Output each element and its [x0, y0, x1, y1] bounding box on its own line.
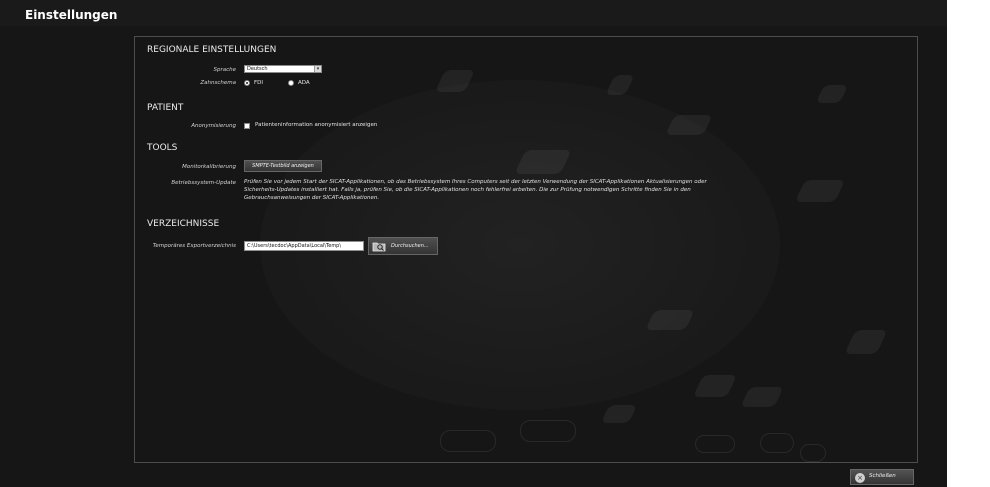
temp-export-label: Temporäres Exportverzeichnis [152, 243, 236, 249]
tooth-scheme-fdi-radio[interactable] [244, 80, 250, 86]
os-update-text-line-2: Sicherheits-Updates installiert hat. Fal… [244, 187, 691, 193]
temp-export-path-field[interactable]: C:\Users\tecdoc\AppData\Local\Temp\ [244, 241, 364, 251]
patient-section-title: PATIENT [147, 103, 184, 113]
close-button[interactable]: × Schließen [850, 469, 914, 485]
tools-section-title: TOOLS [147, 143, 178, 153]
close-button-label: Schließen [869, 473, 896, 479]
os-update-text-line-3: Gebrauchsanweisungen der SICAT-Applikati… [244, 195, 380, 201]
title-bar: Einstellungen [0, 0, 947, 26]
browse-button[interactable]: Durchsuchen... [368, 237, 438, 255]
smpte-testimage-button[interactable]: SMPTE-Testbild anzeigen [244, 160, 322, 172]
chevron-down-icon: ▾ [314, 66, 321, 72]
tooth-scheme-label: Zahnschema [200, 80, 236, 86]
tooth-scheme-fdi-label: FDI [254, 80, 264, 86]
directories-section-title: VERZEICHNISSE [147, 219, 220, 229]
window-title: Einstellungen [25, 8, 118, 22]
os-update-label: Betriebssystem-Update [171, 180, 236, 186]
browse-button-label: Durchsuchen... [391, 243, 429, 249]
monitor-calibration-label: Monitorkalibrierung [182, 164, 236, 170]
anonymize-label: Anonymisierung [191, 123, 236, 129]
language-select-value: Deutsch [247, 66, 268, 72]
anonymize-checkbox[interactable] [244, 123, 250, 129]
anonymize-checkbox-label: Patienteninformation anonymisiert anzeig… [255, 122, 378, 128]
settings-sidebar [30, 35, 130, 173]
close-icon: × [855, 473, 865, 483]
tooth-scheme-ada-label: ADA [298, 80, 310, 86]
language-label: Sprache [213, 67, 236, 73]
folder-search-icon [372, 240, 386, 252]
tooth-scheme-ada-radio[interactable] [288, 80, 294, 86]
language-select[interactable]: Deutsch ▾ [244, 65, 322, 73]
regional-settings-title: REGIONALE EINSTELLUNGEN [147, 45, 277, 55]
settings-window: Einstellungen REGIONALE EINSTELLUNGEN Sp… [0, 0, 947, 487]
os-update-text-line-1: Prüfen Sie vor jedem Start der SICAT-App… [244, 179, 707, 185]
